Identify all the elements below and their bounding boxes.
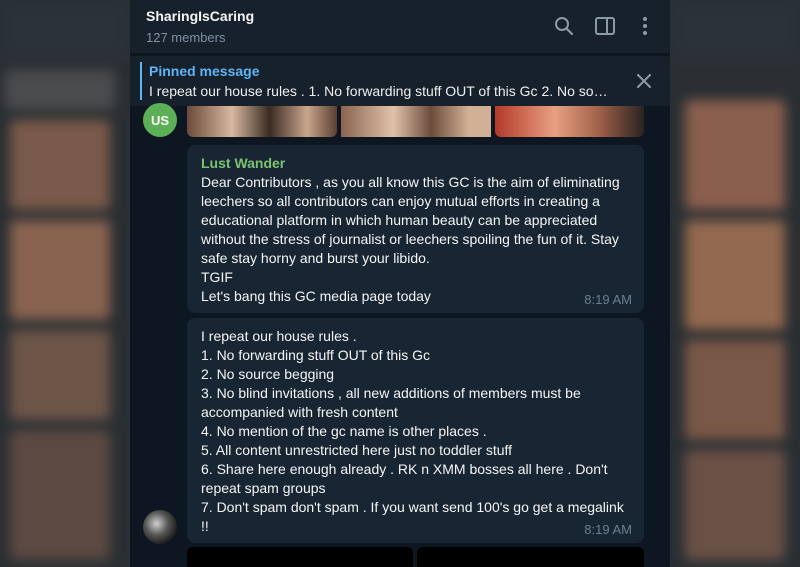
more-vert-icon[interactable] xyxy=(633,14,657,38)
message-line: !! xyxy=(201,518,209,534)
pinned-message-bar[interactable]: Pinned message I repeat our house rules … xyxy=(130,56,670,106)
media-photo[interactable] xyxy=(341,106,491,137)
message-line: accompanied with fresh content xyxy=(201,404,398,420)
avatar[interactable] xyxy=(143,510,177,544)
pinned-label: Pinned message xyxy=(149,63,260,79)
avatar[interactable]: US xyxy=(143,103,177,137)
chat-window: SharingIsCaring 127 members Pinned messa… xyxy=(130,0,670,567)
pinned-text: I repeat our house rules . 1. No forward… xyxy=(149,83,608,99)
media-photo[interactable] xyxy=(417,547,644,567)
message-line: educational platform in which human beau… xyxy=(201,212,598,228)
message-line: leechers so all contributors can enjoy m… xyxy=(201,193,600,209)
message-time: 8:19 AM xyxy=(584,292,632,307)
message-line: Let's bang this GC media page today xyxy=(201,288,431,304)
media-photo[interactable] xyxy=(187,547,413,567)
message-line: I repeat our house rules . xyxy=(201,328,357,344)
message-line: without the stress of journalist or leec… xyxy=(201,231,619,247)
chat-header: SharingIsCaring 127 members xyxy=(130,0,670,54)
member-count: 127 members xyxy=(146,30,226,45)
message-line: 7. Don't spam don't spam . If you want s… xyxy=(201,499,624,515)
message-bubble[interactable]: I repeat our house rules . 1. No forward… xyxy=(187,318,644,543)
message-line: TGIF xyxy=(201,269,233,285)
avatar-initials: US xyxy=(150,112,170,128)
background-blur-left xyxy=(0,0,130,567)
message-time: 8:19 AM xyxy=(584,522,632,537)
background-blur-right xyxy=(670,0,800,567)
media-photo[interactable] xyxy=(495,106,644,137)
media-photo[interactable] xyxy=(187,106,337,137)
close-icon[interactable] xyxy=(632,69,656,93)
message-line: 1. No forwarding stuff OUT of this Gc xyxy=(201,347,431,363)
message-line: repeat spam groups xyxy=(201,480,326,496)
sender-name[interactable]: Lust Wander xyxy=(201,154,630,173)
chat-title[interactable]: SharingIsCaring xyxy=(146,8,254,24)
message-line: 5. All content unrestricted here just no… xyxy=(201,442,513,458)
pinned-accent-bar xyxy=(140,62,142,100)
search-icon[interactable] xyxy=(552,14,576,38)
message-line: Dear Contributors , as you all know this… xyxy=(201,174,620,190)
message-line: 2. No source begging xyxy=(201,366,335,382)
message-line: 4. No mention of the gc name is other pl… xyxy=(201,423,487,439)
sidebar-toggle-icon[interactable] xyxy=(593,14,617,38)
message-bubble[interactable]: Lust Wander Dear Contributors , as you a… xyxy=(187,145,644,313)
message-line: 6. Share here enough already . RK n XMM … xyxy=(201,461,608,477)
message-line: 3. No blind invitations , all new additi… xyxy=(201,385,581,401)
message-line: safe stay horny and burst your libido. xyxy=(201,250,430,266)
